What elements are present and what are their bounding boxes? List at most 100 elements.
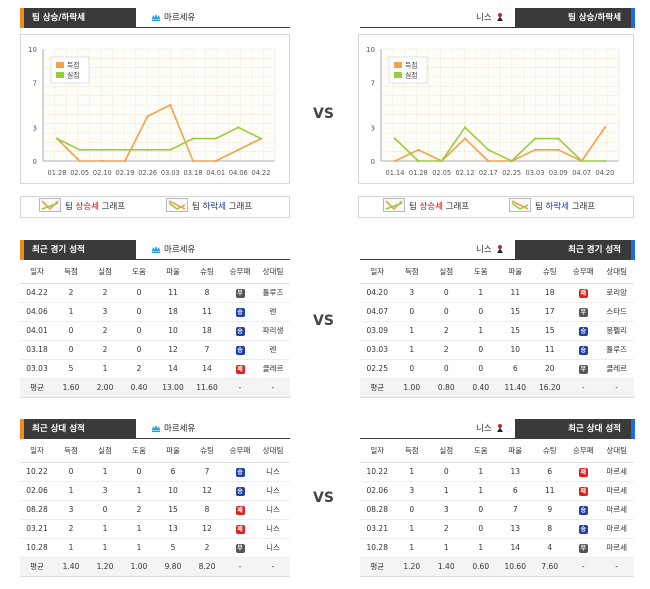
column-header: 파울 xyxy=(156,260,190,284)
cell-opponent[interactable]: 니스 xyxy=(256,500,290,520)
cell-opponent[interactable]: 마르세 xyxy=(599,500,634,520)
cell-opponent[interactable]: 툴루즈 xyxy=(256,283,290,303)
legend-uptrend: 팀 상승세 그래프 xyxy=(383,197,469,217)
data-point xyxy=(146,148,149,151)
avg-shot: 16.20 xyxy=(532,378,567,398)
cell-shot: 8 xyxy=(190,283,224,303)
cell-ast: 0 xyxy=(122,302,156,322)
cell-opponent[interactable]: 마르세 xyxy=(599,519,634,539)
cell-opponent[interactable]: 툴루즈 xyxy=(599,340,634,360)
avg-shot: 11.60 xyxy=(190,378,224,398)
column-header: 슈팅 xyxy=(190,439,224,463)
table-row: 04.20 3 0 1 11 18 패 로리앙 xyxy=(360,283,634,303)
cell-opponent[interactable]: 마르세 xyxy=(599,481,634,501)
cell-ast: 1 xyxy=(463,481,498,501)
avg-ga: 2.00 xyxy=(88,378,122,398)
cell-result: 승 xyxy=(567,340,600,360)
away-team-name: 니스 xyxy=(476,245,492,255)
cell-date: 10.22 xyxy=(360,462,395,482)
cell-opponent[interactable]: 로리앙 xyxy=(599,283,634,303)
cell-gf: 3 xyxy=(394,481,429,501)
cell-shot: 15 xyxy=(532,321,567,341)
table-row: 03.09 1 2 1 15 15 승 몽펠리 xyxy=(360,321,634,341)
column-header: 파울 xyxy=(498,260,533,284)
cell-date: 08.28 xyxy=(360,500,395,520)
cell-shot: 12 xyxy=(190,519,224,539)
legend-downtrend: 팀 하락세 그래프 xyxy=(509,197,595,217)
vs-label: VS xyxy=(313,106,334,122)
cell-ga: 2 xyxy=(88,321,122,341)
y-tick-label: 10 xyxy=(366,46,375,54)
cell-result: 패 xyxy=(567,481,600,501)
cell-opponent[interactable]: 몽펠리 xyxy=(599,321,634,341)
cell-result: 승 xyxy=(224,302,256,322)
cell-result: 승 xyxy=(224,340,256,360)
cell-ga: 1 xyxy=(88,538,122,558)
y-tick-label: 10 xyxy=(28,46,37,54)
cell-opponent[interactable]: 렌 xyxy=(256,302,290,322)
h2h-results-table-home: 일자 득점 실점 도움 파울 슈팅 승무패 상대팀 10.22 0 1 0 6 7 승 니스 02.06 1 3 1 1… xyxy=(20,439,290,577)
y-tick-label: 7 xyxy=(33,80,37,88)
avg-foul: 10.60 xyxy=(498,557,533,577)
cell-opponent[interactable]: 클레르 xyxy=(256,359,290,379)
recent-title-right: 최근 경기 성적 xyxy=(515,240,631,260)
cell-foul: 10 xyxy=(156,481,190,501)
cell-foul: 6 xyxy=(498,359,533,379)
column-header: 승무패 xyxy=(224,260,256,284)
header-accent-bar xyxy=(631,419,635,439)
cell-foul: 15 xyxy=(498,321,533,341)
cell-gf: 0 xyxy=(54,340,88,360)
legend-downtrend: 팀 하락세 그래프 xyxy=(166,197,252,217)
column-header: 일자 xyxy=(360,439,395,463)
cell-opponent[interactable]: 마르세 xyxy=(599,462,634,482)
cell-date: 03.09 xyxy=(360,321,395,341)
cell-ast: 1 xyxy=(122,519,156,539)
cell-ga: 2 xyxy=(88,283,122,303)
column-header: 도움 xyxy=(463,260,498,284)
cell-result: 무 xyxy=(224,538,256,558)
header-underline xyxy=(24,27,290,28)
cell-result: 무 xyxy=(567,538,600,558)
cell-opponent[interactable]: 스타드 xyxy=(599,302,634,322)
data-point xyxy=(237,148,240,151)
cell-opponent[interactable]: 니스 xyxy=(256,481,290,501)
result-w-icon: 승 xyxy=(578,524,588,534)
column-header: 도움 xyxy=(463,439,498,463)
cell-opponent[interactable]: 니스 xyxy=(256,519,290,539)
cell-foul: 11 xyxy=(498,283,533,303)
cell-opponent[interactable]: 니스 xyxy=(256,538,290,558)
recent-header-right: 니스 최근 경기 성적 xyxy=(360,240,635,260)
avg-ga: 0.80 xyxy=(429,378,464,398)
cell-foul: 15 xyxy=(156,500,190,520)
uptrend-graph-icon xyxy=(383,198,405,212)
data-point xyxy=(533,137,537,140)
cell-opponent[interactable]: 렌 xyxy=(256,340,290,360)
cell-opponent[interactable]: 마르세 xyxy=(599,538,634,558)
avg-ga: 1.40 xyxy=(429,557,464,577)
result-w-icon: 승 xyxy=(235,345,245,355)
result-d-icon: 무 xyxy=(235,288,245,298)
away-team-name: 니스 xyxy=(476,424,492,434)
avg-label: 평균 xyxy=(20,378,54,398)
cell-ast: 0 xyxy=(463,302,498,322)
data-point xyxy=(533,148,537,151)
legend-swatch xyxy=(394,62,402,68)
cell-opponent[interactable]: 클레르 xyxy=(599,359,634,379)
cell-ga: 3 xyxy=(88,481,122,501)
cell-opponent[interactable]: 니스 xyxy=(256,462,290,482)
column-header: 슈팅 xyxy=(532,260,567,284)
h2h-title-right: 최근 상대 성적 xyxy=(515,419,631,439)
cell-shot: 11 xyxy=(532,481,567,501)
cell-ast: 0 xyxy=(463,340,498,360)
h2h-title-left: 최근 상대 성적 xyxy=(24,419,136,439)
x-tick-label: 03.03 xyxy=(526,169,545,177)
column-header: 득점 xyxy=(54,260,88,284)
cell-date: 04.22 xyxy=(20,283,54,303)
table-row: 10.28 1 1 1 14 4 무 마르세 xyxy=(360,538,634,558)
legend-label: 실점 xyxy=(405,71,418,80)
cell-opponent[interactable]: 파리생 xyxy=(256,321,290,341)
cell-shot: 4 xyxy=(532,538,567,558)
result-l-icon: 패 xyxy=(235,364,245,374)
header-accent-bar xyxy=(631,8,635,28)
cell-date: 03.21 xyxy=(20,519,54,539)
